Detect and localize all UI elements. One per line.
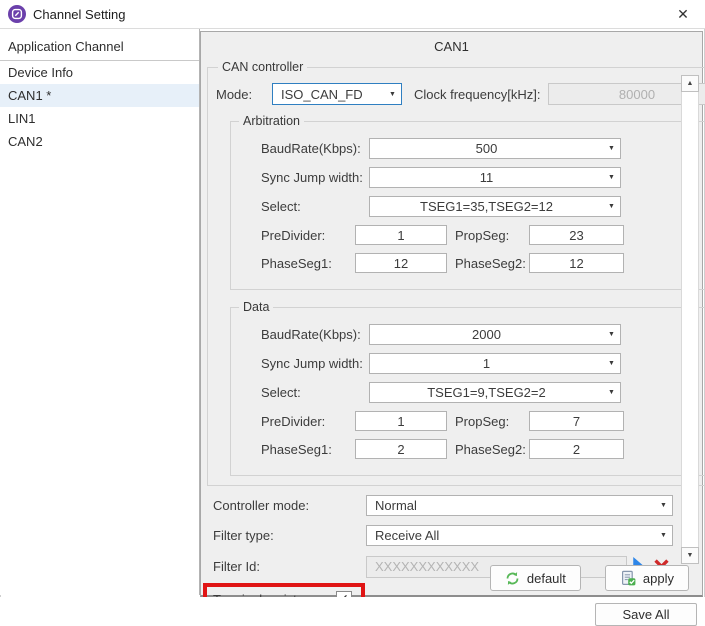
window-title: Channel Setting xyxy=(33,7,126,22)
data-phaseseg2-field[interactable] xyxy=(529,439,624,459)
can-controller-group: CAN controller Mode: ISO_CAN_FD ▼ Clock … xyxy=(207,60,705,486)
arb-select-label: Select: xyxy=(261,199,369,214)
sidebar-item-can2[interactable]: CAN2 xyxy=(0,130,199,153)
mode-select[interactable]: ISO_CAN_FD ▼ xyxy=(272,83,402,105)
apply-button[interactable]: apply xyxy=(605,565,689,591)
sidebar-item-application-channel[interactable]: Application Channel xyxy=(0,35,199,61)
data-phaseseg-row: PhaseSeg1: PhaseSeg2: xyxy=(235,439,705,459)
arb-tseg-value: TSEG1=35,TSEG2=12 xyxy=(370,199,603,214)
close-icon[interactable]: ✕ xyxy=(661,0,705,28)
data-select-row: Select: TSEG1=9,TSEG2=2 ▼ xyxy=(235,382,705,403)
arb-phaseseg2-label: PhaseSeg2: xyxy=(447,256,529,271)
data-legend: Data xyxy=(239,300,273,314)
arb-predivider-field[interactable] xyxy=(355,225,447,245)
filter-type-label: Filter type: xyxy=(213,528,366,543)
filter-type-value: Receive All xyxy=(367,528,655,543)
controller-mode-label: Controller mode: xyxy=(213,498,366,513)
arbitration-group: Arbitration BaudRate(Kbps): 500 ▼ Sync J… xyxy=(230,114,705,290)
filter-id-label: Filter Id: xyxy=(213,559,366,574)
data-baudrate-select[interactable]: 2000 ▼ xyxy=(369,324,621,345)
arb-baudrate-value: 500 xyxy=(370,141,603,156)
panel-actions: default apply xyxy=(490,565,689,591)
arb-phaseseg-row: PhaseSeg1: PhaseSeg2: xyxy=(235,253,705,273)
arb-sync-row: Sync Jump width: 11 ▼ xyxy=(235,167,705,188)
mode-value: ISO_CAN_FD xyxy=(273,87,384,102)
clock-frequency-label: Clock frequency[kHz]: xyxy=(414,87,548,102)
data-sync-value: 1 xyxy=(370,356,603,371)
data-phaseseg2-label: PhaseSeg2: xyxy=(447,442,529,457)
chevron-down-icon: ▼ xyxy=(603,145,620,152)
controller-mode-value: Normal xyxy=(367,498,655,513)
footer: Save All xyxy=(0,597,705,626)
refresh-icon xyxy=(505,571,520,586)
chevron-down-icon: ▼ xyxy=(603,389,620,396)
mode-label: Mode: xyxy=(216,87,272,102)
scrollbar-track[interactable] xyxy=(681,92,699,547)
arb-phaseseg1-label: PhaseSeg1: xyxy=(261,256,355,271)
sidebar-item-lin1[interactable]: LIN1 xyxy=(0,107,199,130)
can1-settings-panel: CAN1 CAN controller Mode: ISO_CAN_FD ▼ C… xyxy=(200,31,703,597)
data-select-label: Select: xyxy=(261,385,369,400)
arb-phaseseg1-field[interactable] xyxy=(355,253,447,273)
arb-propseg-label: PropSeg: xyxy=(447,228,529,243)
chevron-down-icon: ▼ xyxy=(384,91,401,98)
chevron-down-icon: ▼ xyxy=(603,174,620,181)
arb-phaseseg2-field[interactable] xyxy=(529,253,624,273)
data-phaseseg1-field[interactable] xyxy=(355,439,447,459)
data-baudrate-row: BaudRate(Kbps): 2000 ▼ xyxy=(235,324,705,345)
arb-tseg-select[interactable]: TSEG1=35,TSEG2=12 ▼ xyxy=(369,196,621,217)
data-propseg-field[interactable] xyxy=(529,411,624,431)
save-all-button[interactable]: Save All xyxy=(595,603,697,626)
default-button[interactable]: default xyxy=(490,565,581,591)
arb-baudrate-row: BaudRate(Kbps): 500 ▼ xyxy=(235,138,705,159)
arb-baudrate-label: BaudRate(Kbps): xyxy=(261,141,369,156)
data-phaseseg1-label: PhaseSeg1: xyxy=(261,442,355,457)
arb-predivider-propseg-row: PreDivider: PropSeg: xyxy=(235,225,705,245)
mode-row: Mode: ISO_CAN_FD ▼ Clock frequency[kHz]: xyxy=(216,83,705,105)
can-controller-legend: CAN controller xyxy=(218,60,307,74)
arb-sync-value: 11 xyxy=(370,170,603,185)
filter-type-select[interactable]: Receive All ▼ xyxy=(366,525,673,546)
arb-sync-select[interactable]: 11 ▼ xyxy=(369,167,621,188)
sidebar-item-can1[interactable]: CAN1 * xyxy=(0,84,199,107)
apply-button-label: apply xyxy=(643,571,674,586)
data-tseg-select[interactable]: TSEG1=9,TSEG2=2 ▼ xyxy=(369,382,621,403)
chevron-down-icon: ▼ xyxy=(655,502,672,509)
arb-select-row: Select: TSEG1=35,TSEG2=12 ▼ xyxy=(235,196,705,217)
data-propseg-label: PropSeg: xyxy=(447,414,529,429)
data-group: Data BaudRate(Kbps): 2000 ▼ Sync Jump wi… xyxy=(230,300,705,476)
data-predivider-label: PreDivider: xyxy=(261,414,355,429)
chevron-down-icon: ▼ xyxy=(655,532,672,539)
apply-clipboard-icon xyxy=(620,570,636,586)
data-baudrate-value: 2000 xyxy=(370,327,603,342)
channel-setting-dialog: Channel Setting ✕ Application Channel De… xyxy=(0,0,705,626)
arbitration-legend: Arbitration xyxy=(239,114,304,128)
arb-propseg-field[interactable] xyxy=(529,225,624,245)
data-sync-row: Sync Jump width: 1 ▼ xyxy=(235,353,705,374)
data-predivider-propseg-row: PreDivider: PropSeg: xyxy=(235,411,705,431)
data-sync-select[interactable]: 1 ▼ xyxy=(369,353,621,374)
data-sync-label: Sync Jump width: xyxy=(261,356,369,371)
app-logo-icon xyxy=(8,5,26,23)
vertical-scrollbar: ▲ ▼ xyxy=(681,75,699,564)
chevron-down-icon: ▼ xyxy=(603,203,620,210)
default-button-label: default xyxy=(527,571,566,586)
arb-predivider-label: PreDivider: xyxy=(261,228,355,243)
titlebar: Channel Setting ✕ xyxy=(0,0,705,29)
scroll-down-icon[interactable]: ▼ xyxy=(681,547,699,564)
arb-sync-label: Sync Jump width: xyxy=(261,170,369,185)
controller-mode-row: Controller mode: Normal ▼ xyxy=(213,495,673,516)
data-tseg-value: TSEG1=9,TSEG2=2 xyxy=(370,385,603,400)
chevron-down-icon: ▼ xyxy=(603,331,620,338)
data-baudrate-label: BaudRate(Kbps): xyxy=(261,327,369,342)
sidebar-item-device-info[interactable]: Device Info xyxy=(0,61,199,84)
controller-mode-select[interactable]: Normal ▼ xyxy=(366,495,673,516)
scroll-up-icon[interactable]: ▲ xyxy=(681,75,699,92)
chevron-down-icon: ▼ xyxy=(603,360,620,367)
arb-baudrate-select[interactable]: 500 ▼ xyxy=(369,138,621,159)
filter-type-row: Filter type: Receive All ▼ xyxy=(213,525,673,546)
page-title: CAN1 xyxy=(201,32,702,57)
channel-sidebar: Application Channel Device Info CAN1 * L… xyxy=(0,29,200,595)
data-predivider-field[interactable] xyxy=(355,411,447,431)
